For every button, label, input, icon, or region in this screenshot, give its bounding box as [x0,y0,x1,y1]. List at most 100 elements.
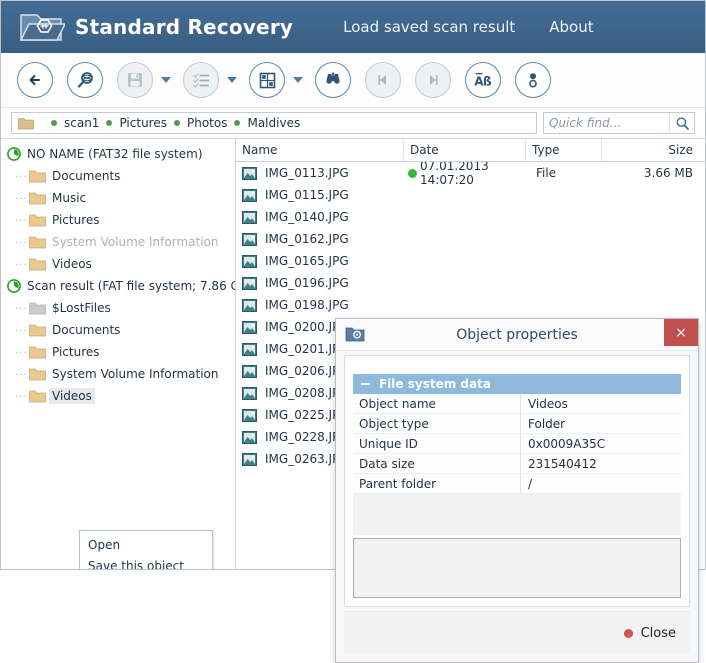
property-value[interactable]: Folder [521,414,681,433]
tree-item-label: System Volume Information [52,235,219,249]
list-options-dropdown-caret[interactable] [227,77,237,83]
breadcrumb-item-scan1[interactable]: scan1 [44,116,99,130]
back-button[interactable] [17,62,53,98]
notes-box[interactable] [353,538,681,598]
properties-table: File system data Object name Videos Object… [345,356,689,494]
close-button[interactable]: Close [623,625,676,641]
tree-item-label: Videos [52,257,92,271]
file-size-cell: 3.66 MB [643,166,693,180]
search-button[interactable] [669,113,694,133]
tree-item-label: Videos [49,388,95,404]
property-key: Object name [353,394,521,413]
table-row[interactable]: IMG_0198.JPG [236,294,705,316]
context-menu: OpenSave this objectSave with filter...E… [79,530,213,569]
file-list-header: Name Date Type Size [236,139,705,162]
column-header-name[interactable]: Name [236,139,404,161]
property-value[interactable]: Videos [521,394,681,413]
magnifier-disk-icon [77,71,93,88]
disk-icon [7,147,21,161]
breadcrumb-dot-icon [106,120,113,126]
previous-button[interactable] [365,62,401,98]
quick-find-box[interactable] [543,112,695,134]
step-forward-icon [430,75,438,85]
property-value[interactable]: 0x0009A35C [521,434,681,453]
image-file-icon [242,210,257,224]
tree-item-label: System Volume Information [52,367,219,381]
close-button-label: Close [640,625,676,641]
tree-item-documents[interactable]: ··· Documents [1,319,235,341]
file-name-cell: IMG_0198.JPG [236,298,404,312]
find-button[interactable] [315,62,351,98]
table-row[interactable]: IMG_0140.JPG [236,206,705,228]
save-button[interactable] [117,62,153,98]
breadcrumb-label: scan1 [64,116,100,130]
property-row: Object type Folder [353,414,681,434]
table-row[interactable]: IMG_0196.JPG [236,272,705,294]
tree-item-music[interactable]: ··· Music [1,187,235,209]
breadcrumb[interactable]: scan1 Pictures Photos Maldives [11,112,537,134]
folder-icon [29,170,46,183]
tree-item-lostfiles[interactable]: ··· $LostFiles [1,297,235,319]
table-row[interactable]: IMG_0115.JPG [236,184,705,206]
tree-item-pictures[interactable]: ··· Pictures [1,341,235,363]
close-icon[interactable]: × [664,319,698,346]
tree-item-no-name-fat32-file-system[interactable]: NO NAME (FAT32 file system) [1,143,235,165]
tree-item-videos[interactable]: ··· Videos [1,253,235,275]
file-name-cell: IMG_0140.JPG [236,210,404,224]
collapse-minus-icon [361,383,370,385]
tree-item-videos[interactable]: ··· Videos [1,385,235,407]
scan-button[interactable] [67,62,103,98]
next-button[interactable] [415,62,451,98]
encoding-button[interactable]: A ß [465,62,501,98]
file-name-label: IMG_0115.JPG [265,188,349,202]
column-header-date[interactable]: Date [404,139,526,161]
file-name-label: IMG_0196.JPG [265,276,349,290]
context-menu-item-open[interactable]: Open [80,534,212,555]
about-link[interactable]: About [549,18,593,36]
dialog-body: File system data Object name Videos Object… [344,355,690,607]
column-header-size[interactable]: Size [602,139,705,161]
tree-item-documents[interactable]: ··· Documents [1,165,235,187]
column-header-type[interactable]: Type [526,139,602,161]
tree-pane: NO NAME (FAT32 file system) ··· Documents ·… [1,139,236,569]
breadcrumb-label: Photos [186,116,228,130]
breadcrumb-item-photos[interactable]: Photos [167,116,227,130]
user-button[interactable] [515,62,551,98]
list-options-button[interactable] [183,62,219,98]
context-menu-item-save-this-object[interactable]: Save this object [80,555,212,570]
table-row[interactable]: IMG_0162.JPG [236,228,705,250]
property-key: Data size [353,454,521,473]
breadcrumb-item-maldives[interactable]: Maldives [227,116,300,130]
view-mode-button[interactable] [249,62,285,98]
property-value[interactable]: 231540412 [521,454,681,473]
table-row[interactable]: IMG_0113.JPG 07.01.2013 14:07:20 File 3.66 … [236,162,705,187]
tree-guide-dots: ··· [15,370,28,381]
table-row[interactable]: IMG_0165.JPG [236,250,705,272]
folder-icon [29,324,46,337]
file-name-cell: IMG_0165.JPG [236,254,404,268]
search-input[interactable] [544,113,669,133]
tree-item-system-volume-information[interactable]: ··· System Volume Information [1,363,235,385]
save-dropdown-caret[interactable] [161,77,171,83]
tree-item-scan-result-fat-file-system-7-86-gb-in-56[interactable]: Scan result (FAT file system; 7.86 GB in… [1,275,235,297]
load-saved-scan-result-link[interactable]: Load saved scan result [343,18,515,36]
dialog-title-bar[interactable]: Object properties × [336,319,698,351]
properties-empty-area [353,494,681,535]
tree-guide-dots: ··· [15,326,28,337]
breadcrumb-item-pictures[interactable]: Pictures [99,116,167,130]
tree-item-pictures[interactable]: ··· Pictures [1,209,235,231]
tree-item-system-volume-information[interactable]: ··· System Volume Information [1,231,235,253]
header-nav: Load saved scan result About [343,18,593,36]
tree-item-label: Music [52,191,87,205]
tree-item-label: Documents [52,323,121,337]
binoculars-icon [326,72,340,84]
view-mode-dropdown-caret[interactable] [293,77,303,83]
property-key: Object type [353,414,521,433]
file-name-label: IMG_0198.JPG [265,298,349,312]
property-value[interactable]: / [521,474,681,493]
main-content: NO NAME (FAT32 file system) ··· Documents ·… [1,138,705,663]
floppy-save-icon [128,73,142,87]
property-key: Unique ID [353,434,521,453]
properties-group-header[interactable]: File system data [353,374,681,394]
app-logo [15,4,71,50]
